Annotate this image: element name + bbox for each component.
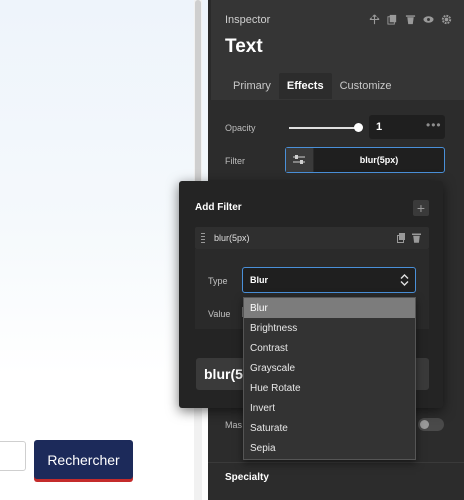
filter-type-value: Blur xyxy=(250,275,268,285)
add-filter-plus-icon[interactable]: + xyxy=(413,200,429,216)
dropdown-option-invert[interactable]: Invert xyxy=(244,398,415,418)
inspector-label: Inspector xyxy=(225,14,271,26)
mask-toggle[interactable] xyxy=(418,418,444,431)
type-label: Type xyxy=(208,276,228,286)
dropdown-option-saturate[interactable]: Saturate xyxy=(244,418,415,438)
duplicate-filter-icon[interactable] xyxy=(397,233,406,243)
inspector-toolbar xyxy=(369,14,452,25)
section-divider xyxy=(208,462,464,463)
eye-icon[interactable] xyxy=(423,14,434,25)
dropdown-option-contrast[interactable]: Contrast xyxy=(244,338,415,358)
canvas-preview xyxy=(0,0,208,500)
opacity-slider[interactable] xyxy=(289,127,359,129)
filter-field[interactable]: blur(5px) xyxy=(285,147,445,173)
filter-label: Filter xyxy=(225,156,245,166)
dropdown-option-brightness[interactable]: Brightness xyxy=(244,318,415,338)
popup-title: Add Filter xyxy=(195,202,242,213)
specialty-heading: Specialty xyxy=(225,472,269,483)
opacity-slider-handle[interactable] xyxy=(354,123,363,132)
dropdown-option-hue-rotate[interactable]: Hue Rotate xyxy=(244,378,415,398)
search-input[interactable] xyxy=(0,441,26,471)
element-title: Text xyxy=(225,36,263,57)
drag-handle-icon[interactable] xyxy=(201,233,205,243)
dropdown-option-grayscale[interactable]: Grayscale xyxy=(244,358,415,378)
tab-effects[interactable]: Effects xyxy=(278,73,332,99)
filter-item-label: blur(5px) xyxy=(214,233,250,243)
mask-label: Mas xyxy=(225,420,243,430)
dropdown-option-sepia[interactable]: Sepia xyxy=(244,438,415,458)
opacity-label: Opacity xyxy=(225,123,256,133)
filter-list-item[interactable]: blur(5px) xyxy=(195,227,429,249)
filter-type-dropdown: Blur Brightness Contrast Grayscale Hue R… xyxy=(243,297,416,460)
tab-primary[interactable]: Primary xyxy=(225,73,279,99)
search-button[interactable]: Rechercher xyxy=(34,440,133,479)
tab-customize[interactable]: Customize xyxy=(332,73,400,99)
dropdown-option-blur[interactable]: Blur xyxy=(244,298,415,318)
inspector-tabs: Primary Effects Customize xyxy=(225,73,400,99)
more-options-icon[interactable]: ••• xyxy=(426,118,442,132)
value-label: Value xyxy=(208,309,231,319)
filter-type-select[interactable]: Blur xyxy=(242,267,416,293)
copy-icon[interactable] xyxy=(387,14,398,25)
delete-filter-icon[interactable] xyxy=(412,233,421,243)
filter-adjust-icon[interactable] xyxy=(286,148,314,172)
toggle-knob xyxy=(420,420,429,429)
move-icon[interactable] xyxy=(369,14,380,25)
settings-gear-icon[interactable] xyxy=(441,14,452,25)
scrollbar-thumb[interactable] xyxy=(195,0,201,190)
opacity-value: 1 xyxy=(376,121,383,133)
filter-value: blur(5px) xyxy=(359,155,399,165)
opacity-slider-fill xyxy=(289,127,359,129)
trash-icon[interactable] xyxy=(405,14,416,25)
select-updown-icon xyxy=(400,274,409,286)
